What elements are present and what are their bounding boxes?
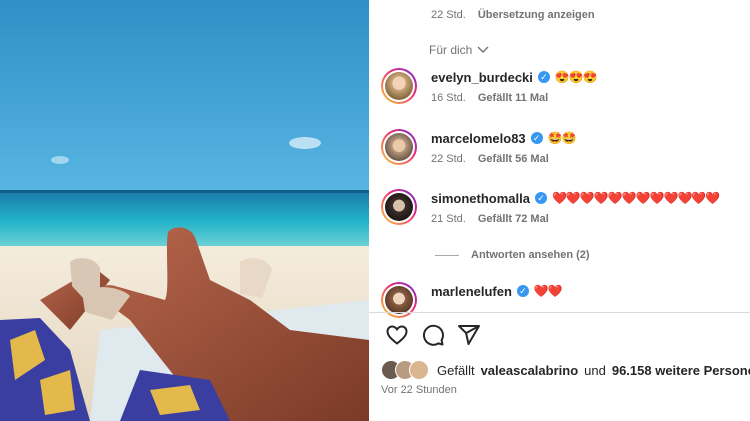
verified-badge-icon: ✓ <box>537 71 550 83</box>
comment-item: simonethomalla ✓ ❤️❤️❤️❤️❤️❤️❤️❤️❤️❤️❤️❤… <box>381 189 741 233</box>
comments-panel: 22 Std. Übersetzung anzeigen Für dich ev… <box>369 0 750 421</box>
liked-by: Gefällt valeascalabrino und 96.158 weite… <box>381 360 750 380</box>
comment-item: marcelomelo83 ✓ 🤩🤩 22 Std. Gefällt 56 Ma… <box>381 129 741 173</box>
comment-time: 16 Std. <box>431 92 466 104</box>
comment-item: evelyn_burdecki ✓ 😍😍😍 16 Std. Gefällt 11… <box>381 68 741 112</box>
liked-others[interactable]: 96.158 weitere Personen <box>612 363 750 378</box>
comment-username[interactable]: marcelomelo83 <box>431 131 526 146</box>
translate-link[interactable]: Übersetzung anzeigen <box>478 9 595 21</box>
comment-text: 😍😍😍 <box>554 70 598 84</box>
verified-badge-icon: ✓ <box>516 285 529 297</box>
comment-icon[interactable] <box>421 323 445 347</box>
comment-text: ❤️❤️ <box>533 284 563 298</box>
comment-likes[interactable]: Gefällt 72 Mal <box>478 213 549 225</box>
verified-badge-icon: ✓ <box>534 192 547 204</box>
sort-label: Für dich <box>429 43 473 57</box>
view-replies-label: Antworten ansehen (2) <box>471 249 590 261</box>
comment-likes[interactable]: Gefällt 11 Mal <box>478 92 548 104</box>
view-replies-button[interactable]: Antworten ansehen (2) <box>435 249 590 261</box>
post-time: Vor 22 Stunden <box>381 384 457 396</box>
comment-username[interactable]: marlenelufen <box>431 284 512 299</box>
comment-text: ❤️❤️❤️❤️❤️❤️❤️❤️❤️❤️❤️❤️ <box>551 191 720 205</box>
verified-badge-icon: ✓ <box>530 132 543 144</box>
liked-by-user[interactable]: valeascalabrino <box>481 363 579 378</box>
caption-meta: 22 Std. Übersetzung anzeigen <box>431 9 595 21</box>
comment-username[interactable]: evelyn_burdecki <box>431 70 533 85</box>
chevron-down-icon <box>477 46 489 53</box>
avatar[interactable] <box>381 129 417 165</box>
comment-time: 22 Std. <box>431 153 466 165</box>
liked-middle: und <box>584 362 606 378</box>
liker-avatars <box>381 360 431 380</box>
avatar[interactable] <box>381 189 417 225</box>
comment-text: 🤩🤩 <box>547 131 577 145</box>
post-photo <box>0 0 369 421</box>
action-bar <box>385 323 481 347</box>
heart-icon[interactable] <box>385 323 409 347</box>
actions-divider <box>369 312 750 313</box>
comment-item: marlenelufen ✓ ❤️❤️ <box>381 282 741 326</box>
comment-time: 21 Std. <box>431 213 466 225</box>
caption-time: 22 Std. <box>431 9 466 21</box>
replies-divider <box>435 254 459 256</box>
share-icon[interactable] <box>457 323 481 347</box>
comment-username[interactable]: simonethomalla <box>431 191 530 206</box>
comment-sort-dropdown[interactable]: Für dich <box>429 43 489 57</box>
liked-prefix: Gefällt <box>437 362 475 378</box>
avatar[interactable] <box>381 68 417 104</box>
comment-likes[interactable]: Gefällt 56 Mal <box>478 153 549 165</box>
